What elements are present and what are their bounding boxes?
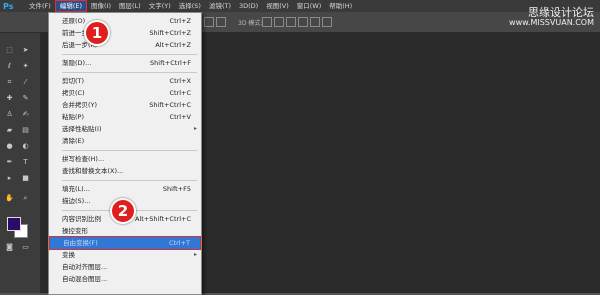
step-1-callout: 1: [84, 20, 110, 46]
magic-wand-icon[interactable]: ✦: [21, 62, 30, 70]
brush-tool-icon[interactable]: ✎: [21, 94, 30, 102]
menu-3d[interactable]: 3D(D): [235, 0, 262, 12]
menu-separator: [62, 71, 197, 73]
align-middle-icon[interactable]: [216, 17, 226, 27]
menu-item-spell-check[interactable]: 拼写检查(H)...: [49, 153, 201, 165]
menu-type[interactable]: 文字(Y): [145, 0, 175, 12]
marquee-tool-icon[interactable]: ⬚: [5, 46, 14, 54]
shape-tool-icon[interactable]: ■: [21, 174, 30, 182]
menu-item-fill[interactable]: 填充(L)... Shift+F5: [49, 183, 201, 195]
screen-mode-icon[interactable]: ▭: [21, 243, 30, 251]
menu-edit[interactable]: 编辑(E): [54, 0, 87, 12]
menu-separator: [62, 53, 197, 55]
menu-item-undo[interactable]: 还原(O) Ctrl+Z: [49, 15, 201, 27]
quick-mask-icon[interactable]: ◙: [5, 243, 14, 251]
distribute-center-icon[interactable]: [310, 17, 320, 27]
menu-item-free-transform[interactable]: 自由变换(F) Ctrl+T: [49, 236, 201, 250]
crop-tool-icon[interactable]: ⌗: [5, 78, 14, 86]
eyedropper-icon[interactable]: ⁄: [21, 78, 30, 86]
watermark-url: www.MISSVUAN.COM: [509, 18, 594, 27]
menu-separator: [62, 149, 197, 151]
menu-window[interactable]: 窗口(W): [293, 0, 326, 12]
distribute-middle-icon[interactable]: [274, 17, 284, 27]
menu-help[interactable]: 帮助(H): [325, 0, 356, 12]
menu-item-transform[interactable]: 变换 ▸: [49, 249, 201, 261]
menu-item-step-backward[interactable]: 后退一步(K) Alt+Ctrl+Z: [49, 39, 201, 51]
align-top-icon[interactable]: [204, 17, 214, 27]
distribute-left-icon[interactable]: [298, 17, 308, 27]
menu-item-fade[interactable]: 渐隐(D)... Shift+Ctrl+F: [49, 57, 201, 69]
menu-filter[interactable]: 滤镜(T): [205, 0, 235, 12]
menu-item-copy[interactable]: 拷贝(C) Ctrl+C: [49, 87, 201, 99]
distribute-bottom-icon[interactable]: [286, 17, 296, 27]
menu-item-auto-align-layers[interactable]: 自动对齐图层...: [49, 261, 201, 273]
step-2-callout: 2: [110, 198, 136, 224]
menu-item-copy-merged[interactable]: 合并拷贝(Y) Shift+Ctrl+C: [49, 99, 201, 111]
submenu-arrow-icon: ▸: [193, 125, 197, 132]
healing-brush-icon[interactable]: ✚: [5, 94, 14, 102]
menu-item-puppet-warp[interactable]: 操控变形: [49, 225, 201, 237]
distribute-icon[interactable]: [262, 17, 272, 27]
submenu-arrow-icon: ▸: [193, 251, 197, 258]
menu-item-find-replace[interactable]: 查找和替换文本(X)...: [49, 165, 201, 177]
pen-tool-icon[interactable]: ✒: [5, 158, 14, 166]
eraser-icon[interactable]: ▰: [5, 126, 14, 134]
menu-file[interactable]: 文件(F): [25, 0, 55, 12]
menu-item-cut[interactable]: 剪切(T) Ctrl+X: [49, 75, 201, 87]
menu-image[interactable]: 图像(I): [87, 0, 115, 12]
mode-3d-label: 3D 模式:: [238, 20, 263, 27]
menu-item-auto-blend-layers[interactable]: 自动混合图层...: [49, 273, 201, 285]
menu-select[interactable]: 选择(S): [175, 0, 205, 12]
edit-menu-dropdown: 还原(O) Ctrl+Z 前进一步(W) Shift+Ctrl+Z 后退一步(K…: [48, 12, 202, 295]
hand-tool-icon[interactable]: ✋: [5, 194, 14, 202]
menu-item-clear[interactable]: 清除(E): [49, 135, 201, 147]
clone-stamp-icon[interactable]: ♙: [5, 110, 14, 118]
menu-separator: [62, 179, 197, 181]
lasso-tool-icon[interactable]: ℓ: [5, 62, 14, 70]
blur-tool-icon[interactable]: ●: [5, 142, 14, 150]
photoshop-logo: Ps: [3, 1, 14, 11]
distribute-right-icon[interactable]: [322, 17, 332, 27]
history-brush-icon[interactable]: ✍: [21, 110, 30, 118]
gradient-tool-icon[interactable]: ▤: [21, 126, 30, 134]
menu-view[interactable]: 视图(V): [262, 0, 293, 12]
path-select-icon[interactable]: ▸: [5, 174, 14, 182]
type-tool-icon[interactable]: T: [21, 158, 30, 166]
tools-panel: ⬚ ➤ ℓ ✦ ⌗ ⁄ ✚ ✎ ♙ ✍ ▰ ▤ ● ◐ ✒ T ▸ ■ ✋ ⌕ …: [0, 33, 41, 293]
menu-bar: Ps 文件(F) 编辑(E) 图像(I) 图层(L) 文字(Y) 选择(S) 滤…: [0, 0, 600, 12]
foreground-color-swatch[interactable]: [7, 217, 21, 231]
move-tool-icon[interactable]: ➤: [21, 46, 30, 54]
dodge-tool-icon[interactable]: ◐: [21, 142, 30, 150]
menu-item-paste-special[interactable]: 选择性粘贴(I) ▸: [49, 123, 201, 135]
menu-layer[interactable]: 图层(L): [115, 0, 145, 12]
zoom-tool-icon[interactable]: ⌕: [21, 194, 30, 202]
menu-item-paste[interactable]: 粘贴(P) Ctrl+V: [49, 111, 201, 123]
menu-item-step-forward[interactable]: 前进一步(W) Shift+Ctrl+Z: [49, 27, 201, 39]
